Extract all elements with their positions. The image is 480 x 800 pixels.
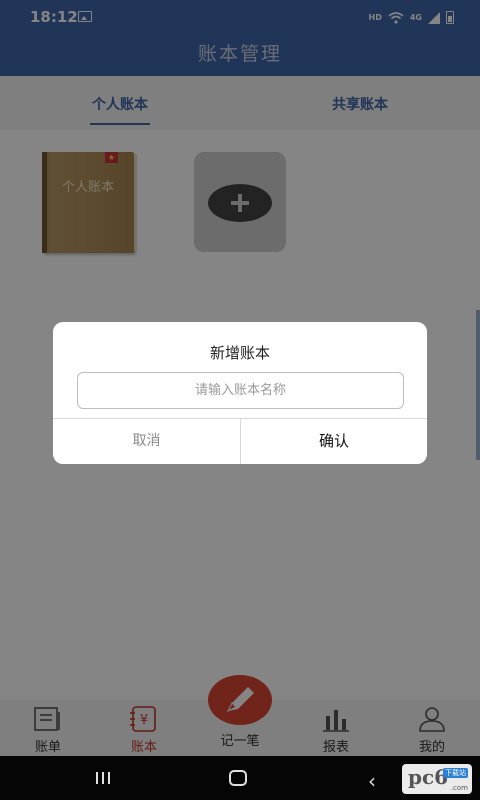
cancel-button[interactable]: 取消 bbox=[53, 419, 240, 464]
recents-icon[interactable] bbox=[96, 772, 112, 784]
confirm-button[interactable]: 确认 bbox=[241, 419, 427, 464]
home-icon[interactable] bbox=[229, 770, 247, 786]
ledger-name-input[interactable] bbox=[77, 372, 404, 409]
dialog-title: 新增账本 bbox=[209, 344, 270, 362]
watermark-badge: 下载站 bbox=[443, 768, 468, 778]
watermark-logo: pc6 下载站 .com bbox=[402, 764, 472, 794]
system-nav-bar: ‹ pc6 下载站 .com bbox=[0, 756, 480, 800]
back-icon[interactable]: ‹ bbox=[368, 769, 376, 793]
new-ledger-dialog: 新增账本 取消 确认 bbox=[53, 322, 427, 464]
watermark-url: .com bbox=[450, 784, 468, 792]
